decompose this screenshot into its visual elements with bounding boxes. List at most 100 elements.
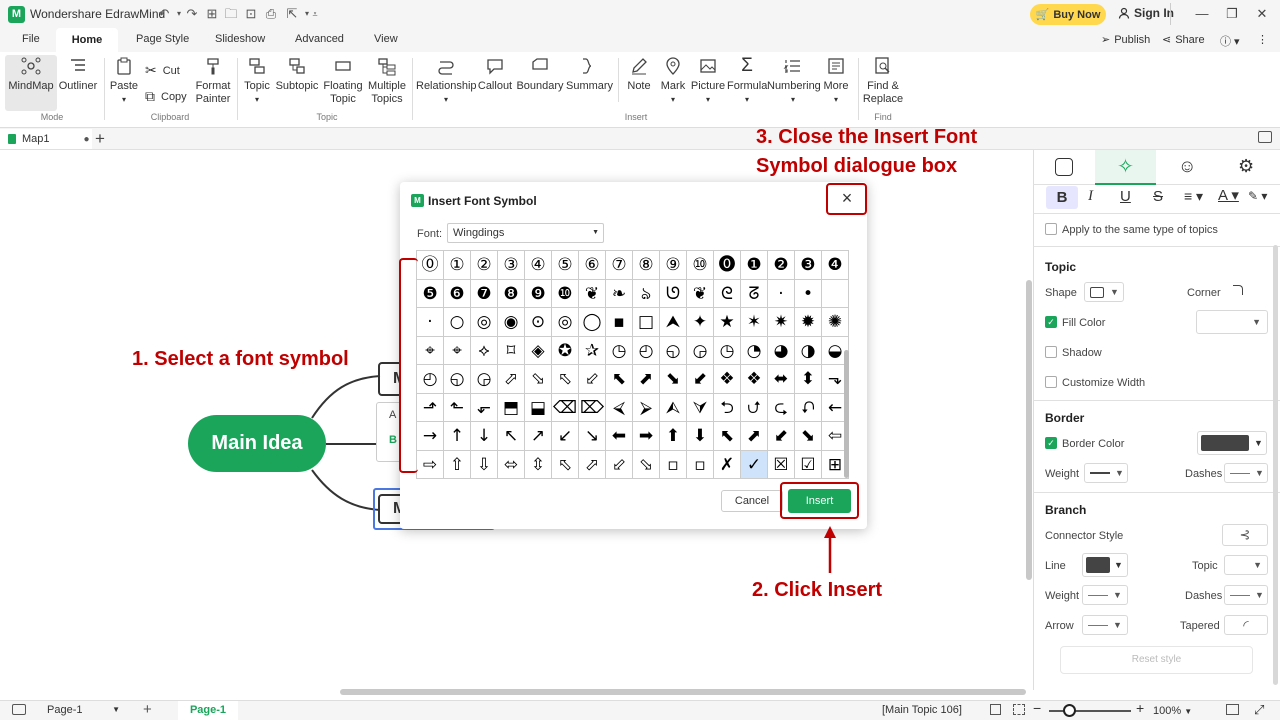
add-page-icon[interactable]: + <box>143 701 152 718</box>
fit-page-icon[interactable] <box>990 704 1001 715</box>
floating-topic-button[interactable]: Floating Topic <box>322 56 364 106</box>
panel-tab-style-icon[interactable] <box>1055 158 1073 176</box>
symbol-cell[interactable]: ◷ <box>714 336 741 365</box>
fullscreen-icon[interactable] <box>1226 704 1239 715</box>
symbol-cell[interactable]: ⬄ <box>498 450 525 479</box>
symbol-cell[interactable]: ⬅ <box>606 422 633 451</box>
zoom-level[interactable]: 100% ▼ <box>1153 705 1192 717</box>
menu-page-style[interactable]: Page Style <box>136 33 189 45</box>
symbol-cell[interactable]: ⑨ <box>660 251 687 280</box>
menu-slideshow[interactable]: Slideshow <box>215 33 265 45</box>
branch-weight-dropdown[interactable]: ▼ <box>1082 585 1128 605</box>
symbol-cell[interactable]: ② <box>471 251 498 280</box>
symbol-cell[interactable]: ❶ <box>741 251 768 280</box>
outliner-button[interactable]: Outliner <box>57 56 99 93</box>
bold-button[interactable]: B <box>1046 186 1078 209</box>
symbol-cell[interactable]: ⬍ <box>795 365 822 394</box>
symbol-cell[interactable]: ⬑ <box>444 393 471 422</box>
symbol-cell[interactable]: ◔ <box>741 336 768 365</box>
subtopic-node-a[interactable]: A <box>389 409 396 421</box>
new-file-icon[interactable]: ⊞ <box>203 5 221 23</box>
symbol-cell[interactable]: ◵ <box>444 365 471 394</box>
symbol-cell[interactable]: ⌦ <box>579 393 606 422</box>
symbol-cell[interactable]: ↙ <box>552 422 579 451</box>
symbol-cell[interactable]: ⬉ <box>606 365 633 394</box>
symbol-cell[interactable]: ◵ <box>660 336 687 365</box>
panel-toggle-icon[interactable] <box>1258 131 1272 143</box>
publish-button[interactable]: ➢ Publish <box>1101 33 1150 47</box>
minimize-icon[interactable]: — <box>1191 4 1213 24</box>
line-color-dropdown[interactable]: ▼ <box>1082 553 1128 577</box>
apply-same-checkbox[interactable] <box>1045 223 1057 235</box>
zoom-slider-thumb[interactable] <box>1063 704 1076 717</box>
symbol-cell[interactable]: ᘎ <box>660 279 687 308</box>
symbol-cell[interactable]: ⑩ <box>687 251 714 280</box>
zoom-slider-track[interactable] <box>1049 710 1131 712</box>
symbol-cell[interactable]: ○ <box>444 308 471 337</box>
symbol-cell[interactable]: ⬊ <box>660 365 687 394</box>
help-icon[interactable]: ⓘ ▾ <box>1220 33 1240 49</box>
fill-color-checkbox[interactable]: ✓ <box>1045 316 1057 328</box>
border-dashes-dropdown[interactable]: ▼ <box>1224 463 1268 483</box>
symbol-cell[interactable]: ◎ <box>471 308 498 337</box>
symbol-cell[interactable]: ❹ <box>822 251 849 280</box>
share-button[interactable]: ⋖ Share <box>1162 33 1205 47</box>
symbol-cell[interactable]: ⑧ <box>633 251 660 280</box>
symbol-cell[interactable]: ◕ <box>768 336 795 365</box>
symbol-cell[interactable]: ⮏ <box>795 393 822 422</box>
symbol-cell[interactable]: ↖ <box>498 422 525 451</box>
symbol-cell[interactable]: ⮍ <box>741 393 768 422</box>
symbol-cell[interactable]: ⬐ <box>471 393 498 422</box>
symbol-cell[interactable]: ⬂ <box>525 365 552 394</box>
symbol-cell[interactable]: ❖ <box>741 365 768 394</box>
menu-advanced[interactable]: Advanced <box>295 33 344 45</box>
strikethrough-button[interactable]: S <box>1153 188 1163 205</box>
symbol-cell[interactable]: ➡ <box>633 422 660 451</box>
symbol-cell[interactable]: ☑ <box>795 450 822 479</box>
symbol-cell[interactable]: ⬉ <box>714 422 741 451</box>
more-button[interactable]: More ▾ <box>820 56 852 106</box>
symbol-cell[interactable]: ⬁ <box>552 365 579 394</box>
symbol-cell[interactable]: ↗ <box>525 422 552 451</box>
symbol-cell[interactable]: ✷ <box>768 308 795 337</box>
customize-toolbar-icon[interactable]: ⩡ <box>306 5 324 23</box>
symbol-cell[interactable]: ◎ <box>552 308 579 337</box>
page-selector[interactable]: Page-1 ▼ <box>40 701 122 719</box>
symbol-cell[interactable]: · <box>417 308 444 337</box>
connector-style-dropdown[interactable]: ⊰ <box>1222 524 1268 546</box>
symbol-cell[interactable]: ▪ <box>606 308 633 337</box>
buy-now-button[interactable]: 🛒 Buy Now <box>1030 4 1106 25</box>
add-tab-icon[interactable]: + <box>95 129 105 149</box>
border-color-checkbox[interactable]: ✓ <box>1045 437 1057 449</box>
panel-tab-badge-icon[interactable]: ⚙ <box>1238 156 1254 177</box>
symbol-cell[interactable]: ◑ <box>795 336 822 365</box>
menu-home[interactable]: Home <box>56 28 118 52</box>
highlight-button[interactable]: ✎ ▾ <box>1248 189 1267 203</box>
more-options-icon[interactable]: ⋮ <box>1257 33 1268 46</box>
symbol-cell[interactable]: ↓ <box>471 422 498 451</box>
symbol-cell[interactable]: ✦ <box>687 308 714 337</box>
page-tab[interactable]: Page-1 <box>178 701 238 720</box>
symbol-cell[interactable]: ⬂ <box>633 450 660 479</box>
symbol-cell[interactable]: ↑ <box>444 422 471 451</box>
format-painter-button[interactable]: Format Painter <box>192 56 234 106</box>
symbol-cell[interactable]: ঌ <box>633 279 660 308</box>
symbol-cell[interactable]: ⮙ <box>660 393 687 422</box>
symbol-cell[interactable]: ◉ <box>498 308 525 337</box>
save-icon[interactable]: ⊡ <box>242 5 260 23</box>
symbol-cell[interactable]: → <box>417 422 444 451</box>
corner-style-icon[interactable] <box>1233 285 1243 295</box>
restore-icon[interactable]: ❐ <box>1221 4 1243 24</box>
symbol-cell[interactable]: ◴ <box>633 336 660 365</box>
symbol-cell[interactable]: ⓪ <box>417 251 444 280</box>
symbol-cell[interactable]: ✓ <box>741 450 768 479</box>
symbol-cell[interactable]: ⮎ <box>768 393 795 422</box>
topic-button[interactable]: Topic ▾ <box>240 56 274 106</box>
symbol-cell[interactable]: ⬋ <box>768 422 795 451</box>
symbol-cell[interactable]: ⬓ <box>525 393 552 422</box>
shadow-checkbox[interactable] <box>1045 346 1057 358</box>
reset-style-button[interactable]: Reset style <box>1060 646 1253 674</box>
find-replace-button[interactable]: Find & Replace <box>862 56 904 106</box>
symbol-cell[interactable]: ⬌ <box>768 365 795 394</box>
symbol-cell[interactable]: ⮚ <box>633 393 660 422</box>
